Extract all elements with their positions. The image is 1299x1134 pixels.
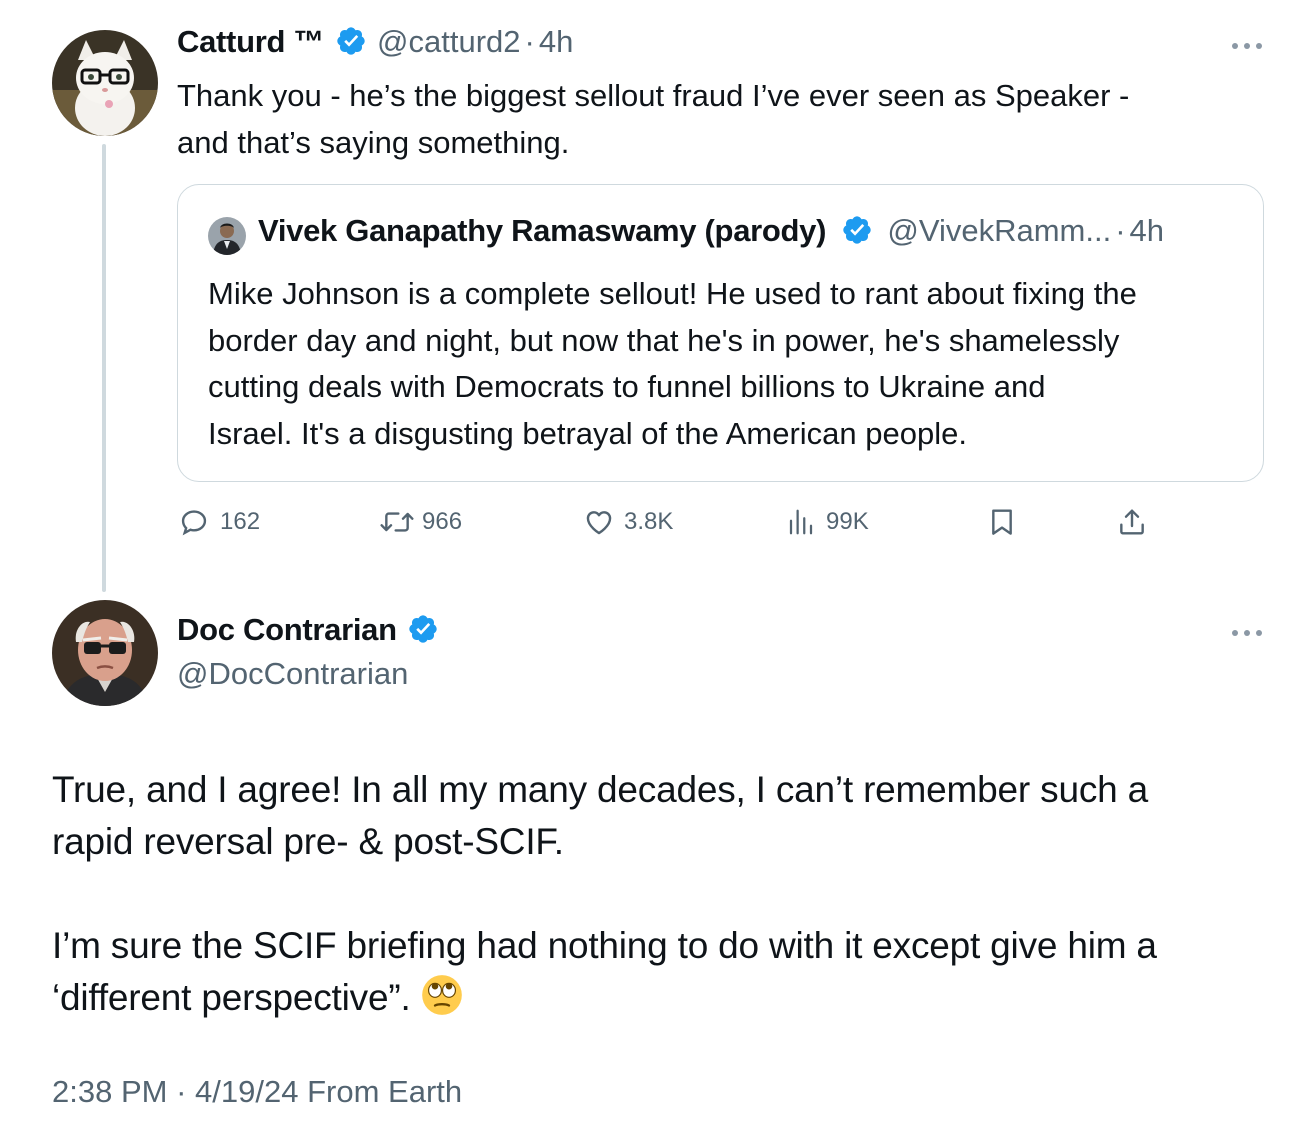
- quoted-timestamp[interactable]: 4h: [1130, 213, 1164, 248]
- quoted-header: Vivek Ganapathy Ramaswamy (parody) @Vive…: [258, 213, 1164, 249]
- verified-badge-icon: [409, 615, 437, 643]
- reply-icon: [181, 510, 207, 536]
- tweet2-header: Doc Contrarian: [177, 612, 439, 648]
- tweet-meta: 2:38 PM · 4/19/24 From Earth: [52, 1074, 462, 1110]
- timestamp[interactable]: 4h: [539, 24, 573, 59]
- repost-button[interactable]: 966: [378, 504, 462, 540]
- reply-button[interactable]: 162: [178, 504, 260, 540]
- separator-dot: ·: [524, 24, 535, 59]
- quoted-author-name[interactable]: Vivek Ganapathy Ramaswamy (parody): [258, 213, 826, 248]
- author-handle[interactable]: @DocContrarian: [177, 656, 408, 692]
- tweet-text-line: True, and I agree! In all my many decade…: [52, 769, 1148, 810]
- repost-count: 966: [422, 508, 463, 535]
- tweet1-text: Thank you - he’s the biggest sellout fra…: [177, 72, 1257, 166]
- tweet2-text: True, and I agree! In all my many decade…: [52, 764, 1252, 1024]
- reply-count: 162: [220, 508, 261, 535]
- like-button[interactable]: 3.8K: [582, 504, 673, 540]
- like-count: 3.8K: [624, 508, 674, 535]
- tweet-text-line-with-emoji: ‘different perspective”.: [52, 972, 1252, 1024]
- tweet-text-line: ‘different perspective”.: [52, 977, 411, 1018]
- quoted-text-line: border day and night, but now that he's …: [208, 322, 1120, 358]
- bookmark-button[interactable]: [986, 504, 1018, 540]
- cat-avatar-icon: [52, 30, 158, 136]
- quoted-avatar: [208, 217, 246, 255]
- author-handle[interactable]: @catturd2: [377, 24, 520, 59]
- face-with-rolling-eyes-icon: [421, 975, 462, 1015]
- separator-dot: ·: [1115, 213, 1126, 248]
- views-chart-icon: [789, 509, 813, 535]
- post-source: From Earth: [307, 1074, 463, 1109]
- quoted-text-line: Mike Johnson is a complete sellout! He u…: [208, 276, 1137, 311]
- tweet-text-line: and that’s saying something.: [177, 125, 570, 160]
- avatar-catturd[interactable]: [52, 30, 158, 136]
- post-time[interactable]: 2:38 PM: [52, 1074, 167, 1109]
- quoted-text-line: Israel. It's a disgusting betrayal of th…: [208, 415, 967, 451]
- quoted-tweet[interactable]: Vivek Ganapathy Ramaswamy (parody) @Vive…: [177, 184, 1264, 482]
- older-man-avatar-icon: [52, 600, 158, 706]
- repost-icon: [380, 512, 414, 532]
- heart-icon: [586, 511, 612, 535]
- avatar-doc-contrarian[interactable]: [52, 600, 158, 706]
- person-avatar-icon: [208, 217, 246, 255]
- more-options-icon[interactable]: [1230, 628, 1264, 638]
- quoted-text: Mike Johnson is a complete sellout! He u…: [208, 271, 1248, 457]
- separator-dot: ·: [176, 1074, 187, 1109]
- post-date[interactable]: 4/19/24: [195, 1074, 298, 1109]
- share-icon: [1120, 509, 1144, 535]
- author-name[interactable]: Doc Contrarian: [177, 612, 397, 647]
- bookmark-icon: [992, 509, 1012, 535]
- more-options-icon[interactable]: [1230, 41, 1264, 51]
- tweet1-header: Catturd ™ @catturd2 · 4h: [177, 24, 573, 60]
- views-button[interactable]: 99K: [786, 504, 869, 540]
- tweet-text-line: I’m sure the SCIF briefing had nothing t…: [52, 925, 1157, 966]
- tweet-text-line: rapid reversal pre- & post-SCIF.: [52, 821, 564, 862]
- quoted-text-line: cutting deals with Democrats to funnel b…: [208, 369, 1046, 404]
- quoted-author-handle[interactable]: @VivekRamm...: [887, 213, 1111, 248]
- tweet-text-line: Thank you - he’s the biggest sellout fra…: [177, 78, 1130, 113]
- verified-badge-icon: [843, 216, 871, 244]
- views-count: 99K: [826, 508, 869, 535]
- author-name[interactable]: Catturd ™: [177, 24, 324, 59]
- share-button[interactable]: [1116, 504, 1148, 540]
- thread-connector-line: [102, 144, 106, 592]
- verified-badge-icon: [336, 27, 365, 55]
